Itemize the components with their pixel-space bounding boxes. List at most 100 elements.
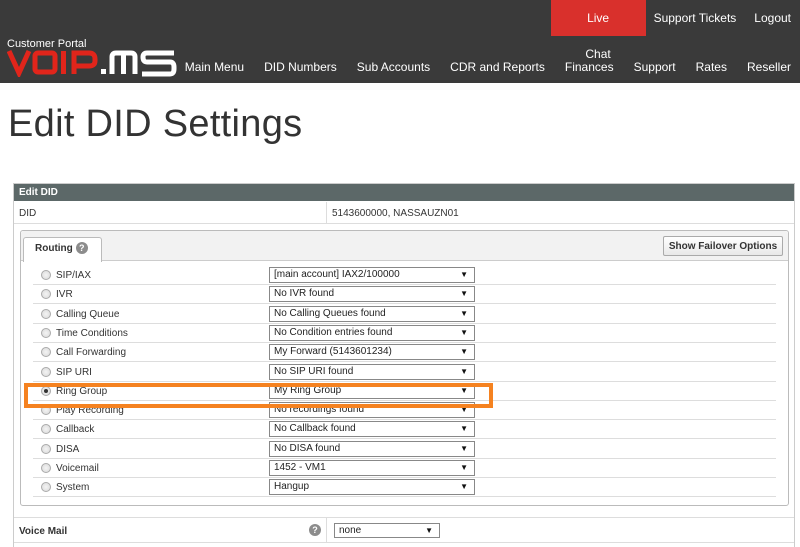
page-title: Edit DID Settings <box>8 103 303 145</box>
select-ivr[interactable]: No IVR found ▼ <box>269 286 475 303</box>
radio-ivr[interactable] <box>41 289 51 300</box>
radio-time-conditions[interactable] <box>41 327 51 338</box>
top-bar: Live Chat Support Tickets Logout <box>550 0 800 61</box>
routing-row-ivr: IVR No IVR found ▼ <box>33 285 776 305</box>
show-failover-options-button[interactable]: Show Failover Options <box>663 236 783 256</box>
select-time-conditions[interactable]: No Condition entries found ▼ <box>269 324 475 341</box>
nav-cdr-and-reports[interactable]: CDR and Reports <box>440 60 555 74</box>
select-system-value: Hangup <box>274 481 310 493</box>
voice-mail-row: Voice Mail ? none ▼ <box>14 517 794 543</box>
tab-routing[interactable]: Routing? <box>23 237 102 262</box>
select-ring-group-value: My Ring Group <box>274 384 342 396</box>
edit-did-header: Edit DID <box>14 184 794 201</box>
select-callback-value: No Callback found <box>274 423 356 435</box>
routing-label-disa: DISA <box>56 443 80 455</box>
routing-tabbar: Routing? Show Failover Options <box>21 231 788 262</box>
nav-main-menu[interactable]: Main Menu <box>175 60 254 74</box>
chevron-down-icon: ▼ <box>460 347 468 357</box>
radio-call-forwarding[interactable] <box>41 347 51 358</box>
brand-logo-area[interactable]: Customer Portal <box>7 38 182 80</box>
chevron-down-icon: ▼ <box>460 289 468 299</box>
radio-ring-group[interactable] <box>41 385 51 396</box>
select-calling-queue[interactable]: No Calling Queues found ▼ <box>269 305 475 322</box>
select-sip-uri[interactable]: No SIP URI found ▼ <box>269 363 475 380</box>
routing-label-calling-queue: Calling Queue <box>56 308 120 320</box>
tab-routing-label: Routing <box>35 243 73 254</box>
chevron-down-icon: ▼ <box>425 526 433 535</box>
nav-sub-accounts[interactable]: Sub Accounts <box>347 60 440 74</box>
chevron-down-icon: ▼ <box>460 308 468 318</box>
logout-link[interactable]: Logout <box>744 0 800 36</box>
radio-callback[interactable] <box>41 424 51 435</box>
did-value: 5143600000, NASSAUZN01 <box>332 208 459 219</box>
select-disa[interactable]: No DISA found ▼ <box>269 440 475 457</box>
select-call-forwarding[interactable]: My Forward (5143601234) ▼ <box>269 344 475 361</box>
routing-label-call-forwarding: Call Forwarding <box>56 347 127 359</box>
chevron-down-icon: ▼ <box>460 385 468 395</box>
nav-support[interactable]: Support <box>624 60 686 74</box>
chevron-down-icon: ▼ <box>460 405 468 415</box>
voipms-logo-icon <box>7 49 177 77</box>
routing-box: Routing? Show Failover Options SIP/IAX [m… <box>20 230 789 506</box>
select-ring-group[interactable]: My Ring Group ▼ <box>269 382 475 399</box>
chevron-down-icon: ▼ <box>460 443 468 453</box>
routing-row-sip-iax: SIP/IAX [main account] IAX2/100000 ▼ <box>33 266 776 285</box>
select-play-recording[interactable]: No recordings found ▼ <box>269 402 475 419</box>
chevron-down-icon: ▼ <box>460 482 468 492</box>
did-label: DID <box>19 208 37 219</box>
select-sip-iax[interactable]: [main account] IAX2/100000 ▼ <box>269 267 475 283</box>
edit-did-panel: Edit DID DID 5143600000, NASSAUZN01 Rout… <box>13 183 795 547</box>
select-system[interactable]: Hangup ▼ <box>269 479 475 496</box>
chevron-down-icon: ▼ <box>460 424 468 434</box>
chevron-down-icon: ▼ <box>460 463 468 472</box>
routing-row-time-conditions: Time Conditions No Condition entries foun… <box>33 324 776 343</box>
routing-label-callback: Callback <box>56 424 95 436</box>
select-call-forwarding-value: My Forward (5143601234) <box>274 346 392 358</box>
select-calling-queue-value: No Calling Queues found <box>274 307 386 319</box>
column-divider <box>326 518 327 542</box>
chevron-down-icon: ▼ <box>460 270 468 279</box>
routing-label-time-conditions: Time Conditions <box>56 327 128 339</box>
radio-calling-queue[interactable] <box>41 308 51 319</box>
chevron-down-icon: ▼ <box>460 327 468 337</box>
routing-label-voicemail: Voicemail <box>56 463 99 474</box>
select-sip-uri-value: No SIP URI found <box>274 365 354 377</box>
radio-play-recording[interactable] <box>41 405 51 416</box>
routing-label-sip-iax: SIP/IAX <box>56 270 92 281</box>
voice-mail-select[interactable]: none ▼ <box>334 523 440 538</box>
routing-row-call-forwarding: Call Forwarding My Forward (5143601234) ▼ <box>33 343 776 363</box>
radio-system[interactable] <box>41 482 51 493</box>
routing-row-callback: Callback No Callback found ▼ <box>33 420 776 440</box>
chevron-down-icon: ▼ <box>460 366 468 376</box>
nav-reseller[interactable]: Reseller <box>737 60 800 74</box>
help-icon[interactable]: ? <box>75 242 88 255</box>
routing-row-play-recording: Play Recording No recordings found ▼ <box>33 401 776 421</box>
radio-voicemail[interactable] <box>41 463 51 473</box>
radio-sip-uri[interactable] <box>41 366 51 377</box>
select-sip-iax-value: [main account] IAX2/100000 <box>274 269 400 280</box>
live-chat-button[interactable]: Live Chat <box>550 0 646 61</box>
routing-row-ring-group: Ring Group My Ring Group ▼ <box>33 382 776 401</box>
routing-row-disa: DISA No DISA found ▼ <box>33 440 776 459</box>
radio-disa[interactable] <box>41 443 51 454</box>
did-row: DID 5143600000, NASSAUZN01 <box>14 202 794 224</box>
select-voicemail-value: 1452 - VM1 <box>274 462 326 473</box>
routing-row-system: System Hangup ▼ <box>33 478 776 498</box>
voice-mail-help-icon[interactable]: ? <box>309 524 321 536</box>
select-ivr-value: No IVR found <box>274 288 335 300</box>
radio-sip-iax[interactable] <box>41 270 51 280</box>
column-divider <box>326 202 327 223</box>
select-time-conditions-value: No Condition entries found <box>274 326 393 338</box>
routing-label-sip-uri: SIP URI <box>56 366 92 378</box>
nav-rates[interactable]: Rates <box>686 60 737 74</box>
routing-label-play-recording: Play Recording <box>56 405 124 417</box>
select-callback[interactable]: No Callback found ▼ <box>269 421 475 438</box>
select-voicemail[interactable]: 1452 - VM1 ▼ <box>269 460 475 476</box>
nav-finances[interactable]: Finances <box>555 60 624 74</box>
routing-label-ivr: IVR <box>56 289 73 301</box>
support-tickets-link[interactable]: Support Tickets <box>646 0 745 36</box>
routing-label-system: System <box>56 482 90 494</box>
voice-mail-label: Voice Mail <box>19 526 68 537</box>
routing-row-voicemail: Voicemail 1452 - VM1 ▼ <box>33 459 776 478</box>
nav-did-numbers[interactable]: DID Numbers <box>254 60 347 74</box>
